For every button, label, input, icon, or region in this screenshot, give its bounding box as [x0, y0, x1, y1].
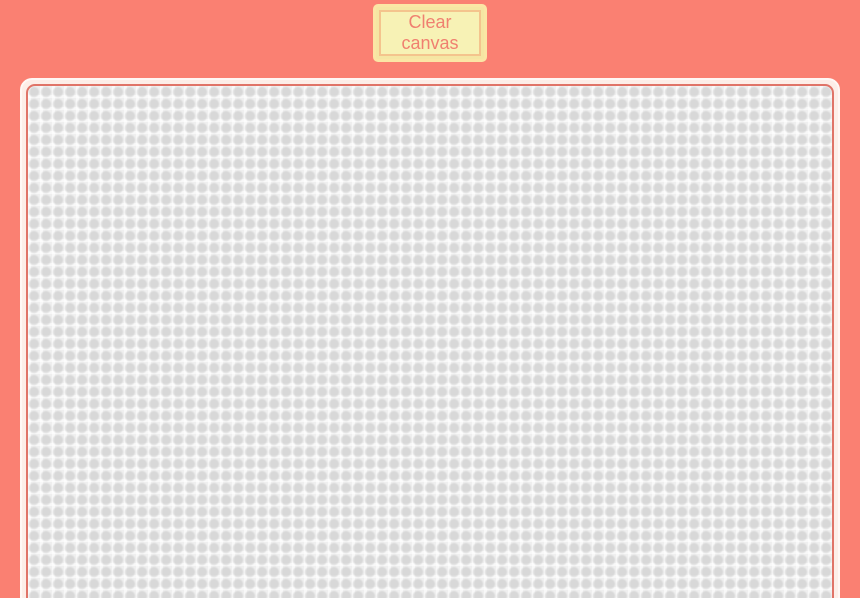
clear-canvas-button[interactable]: Clear canvas [373, 4, 487, 62]
drawing-canvas[interactable] [26, 84, 834, 598]
clear-canvas-label[interactable]: Clear canvas [379, 10, 481, 56]
toolbar: Clear canvas [0, 4, 860, 62]
drawing-app: Clear canvas [0, 0, 860, 598]
canvas-frame [20, 78, 840, 598]
